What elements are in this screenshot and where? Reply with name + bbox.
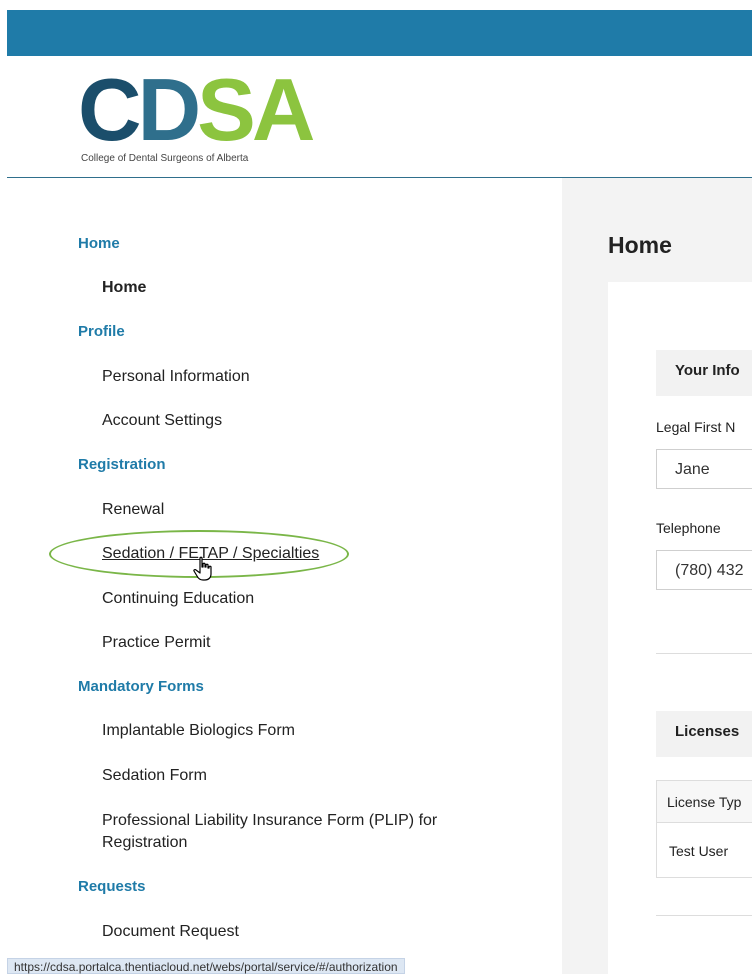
sidebar-item-sedation-form[interactable]: Sedation Form: [102, 765, 207, 787]
sidebar-item-continuing-education[interactable]: Continuing Education: [102, 588, 254, 610]
nav-section-mandatory-forms[interactable]: Mandatory Forms: [78, 678, 204, 695]
your-info-panel-header: Your Info: [656, 350, 752, 396]
status-bar-url: https://cdsa.portalca.thentiacloud.net/w…: [7, 958, 405, 974]
page-title: Home: [608, 232, 672, 258]
sidebar-item-plip-form-line2[interactable]: Registration: [102, 832, 187, 854]
nav-section-requests[interactable]: Requests: [78, 878, 146, 895]
licenses-panel-header: Licenses: [656, 711, 752, 757]
nav-section-home[interactable]: Home: [78, 235, 120, 252]
sidebar-item-document-request[interactable]: Document Request: [102, 921, 239, 943]
sidebar-item-practice-permit[interactable]: Practice Permit: [102, 632, 210, 654]
sidebar-item-plip-form[interactable]: Professional Liability Insurance Form (P…: [102, 810, 437, 832]
top-banner: [7, 10, 752, 56]
nav-section-profile[interactable]: Profile: [78, 323, 125, 340]
section-divider: [656, 915, 752, 916]
legal-first-name-field[interactable]: Jane: [656, 449, 752, 489]
sidebar-item-personal-information[interactable]: Personal Information: [102, 366, 250, 388]
legal-first-name-label: Legal First N: [656, 419, 736, 435]
section-divider: [656, 653, 752, 654]
cdsa-logo[interactable]: CDSA College of Dental Surgeons of Alber…: [78, 60, 338, 170]
telephone-field[interactable]: (780) 432: [656, 550, 752, 590]
telephone-label: Telephone: [656, 520, 721, 536]
sidebar-item-renewal[interactable]: Renewal: [102, 499, 164, 521]
licenses-table: License Typ Test User: [656, 780, 752, 878]
sidebar-item-home[interactable]: Home: [102, 277, 146, 299]
nav-section-registration[interactable]: Registration: [78, 456, 166, 473]
sidebar-item-implantable-biologics-form[interactable]: Implantable Biologics Form: [102, 720, 295, 742]
logo-tagline: College of Dental Surgeons of Alberta: [81, 153, 249, 164]
table-row[interactable]: Test User: [657, 823, 752, 878]
table-header-license-type: License Typ: [657, 781, 752, 823]
sidebar-item-account-settings[interactable]: Account Settings: [102, 410, 222, 432]
logo-wordmark: CDSA: [78, 60, 315, 159]
hand-pointer-icon: [193, 556, 212, 581]
sidebar-nav: [0, 178, 562, 974]
